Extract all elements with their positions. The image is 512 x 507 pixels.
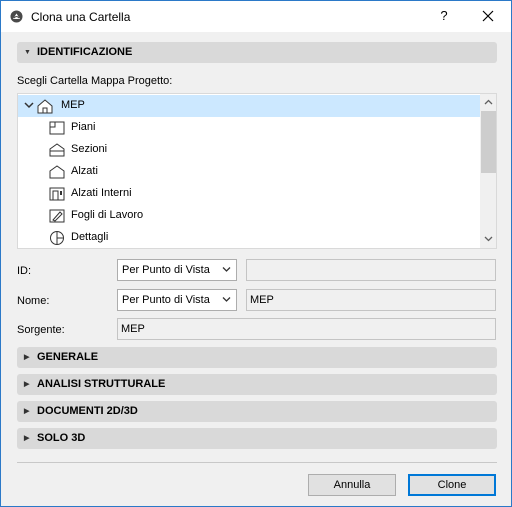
select-value: Per Punto di Vista <box>122 264 210 276</box>
name-mode-select[interactable]: Per Punto di Vista <box>117 289 237 311</box>
source-field: MEP <box>117 318 496 340</box>
tree-item-piani[interactable]: Piani <box>18 117 480 139</box>
id-label: ID: <box>17 265 32 277</box>
section-generale[interactable]: ▶ GENERALE <box>17 347 497 368</box>
id-field[interactable] <box>246 259 496 281</box>
tree-item-label: MEP <box>61 99 85 111</box>
chevron-down-icon <box>24 102 34 109</box>
chevron-right-icon: ▶ <box>24 381 30 388</box>
chevron-down-icon <box>222 297 231 302</box>
clone-button[interactable]: Clone <box>408 474 496 496</box>
section-label: IDENTIFICAZIONE <box>37 46 133 58</box>
section-documenti-2d-3d[interactable]: ▶ DOCUMENTI 2D/3D <box>17 401 497 422</box>
tree-item-alzati[interactable]: Alzati <box>18 161 480 183</box>
tree-item-sezioni[interactable]: Sezioni <box>18 139 480 161</box>
chevron-down-icon: ▼ <box>24 49 31 56</box>
tree-scrollbar[interactable] <box>480 94 496 248</box>
section-label: ANALISI STRUTTURALE <box>37 378 166 390</box>
section-identification[interactable]: ▼ IDENTIFICAZIONE <box>17 42 497 63</box>
archicad-logo-icon <box>10 10 23 23</box>
name-label: Nome: <box>17 295 50 307</box>
chevron-right-icon: ▶ <box>24 354 30 361</box>
chevron-down-icon <box>222 267 231 272</box>
scroll-up-icon[interactable] <box>480 94 496 111</box>
worksheet-icon <box>49 209 65 223</box>
folder-tree[interactable]: MEP Piani Sezioni Alzati Alzati Interni … <box>17 93 497 249</box>
detail-icon <box>50 231 64 245</box>
dialog-window: Clona una Cartella ? ▼ IDENTIFICAZIONE S… <box>0 0 512 507</box>
tree-item-dettagli[interactable]: Dettagli <box>18 227 480 248</box>
section-solo-3d[interactable]: ▶ SOLO 3D <box>17 428 497 449</box>
section-label: DOCUMENTI 2D/3D <box>37 405 138 417</box>
floor-plan-icon <box>49 121 65 135</box>
tree-item-mep[interactable]: MEP <box>18 95 480 117</box>
tree-item-fogli-di-lavoro[interactable]: Fogli di Lavoro <box>18 205 480 227</box>
section-label: GENERALE <box>37 351 99 363</box>
title-bar: Clona una Cartella ? <box>1 1 511 32</box>
id-mode-select[interactable]: Per Punto di Vista <box>117 259 237 281</box>
close-icon <box>482 10 494 22</box>
section-analisi-strutturale[interactable]: ▶ ANALISI STRUTTURALE <box>17 374 497 395</box>
window-title: Clona una Cartella <box>31 10 131 24</box>
interior-elevation-icon <box>49 187 65 201</box>
dialog-content: ▼ IDENTIFICAZIONE Scegli Cartella Mappa … <box>1 32 511 506</box>
tree-item-label: Dettagli <box>71 231 109 243</box>
tree-item-alzati-interni[interactable]: Alzati Interni <box>18 183 480 205</box>
elevation-icon <box>49 165 65 179</box>
scroll-thumb[interactable] <box>481 111 496 173</box>
section-icon <box>49 143 65 157</box>
select-value: Per Punto di Vista <box>122 294 210 306</box>
name-field[interactable]: MEP <box>246 289 496 311</box>
scroll-down-icon[interactable] <box>480 231 496 248</box>
tree-item-label: Fogli di Lavoro <box>71 209 144 221</box>
chevron-right-icon: ▶ <box>24 435 30 442</box>
tree-item-label: Alzati Interni <box>71 187 132 199</box>
section-label: SOLO 3D <box>37 432 86 444</box>
help-button[interactable]: ? <box>434 6 454 26</box>
tree-item-label: Piani <box>71 121 96 133</box>
chevron-right-icon: ▶ <box>24 408 30 415</box>
house-icon <box>37 99 53 114</box>
choose-folder-label: Scegli Cartella Mappa Progetto: <box>17 75 173 87</box>
divider <box>17 462 497 463</box>
tree-item-label: Sezioni <box>71 143 108 155</box>
close-button[interactable] <box>476 6 500 26</box>
source-label: Sorgente: <box>17 324 65 336</box>
cancel-button[interactable]: Annulla <box>308 474 396 496</box>
tree-item-label: Alzati <box>71 165 98 177</box>
